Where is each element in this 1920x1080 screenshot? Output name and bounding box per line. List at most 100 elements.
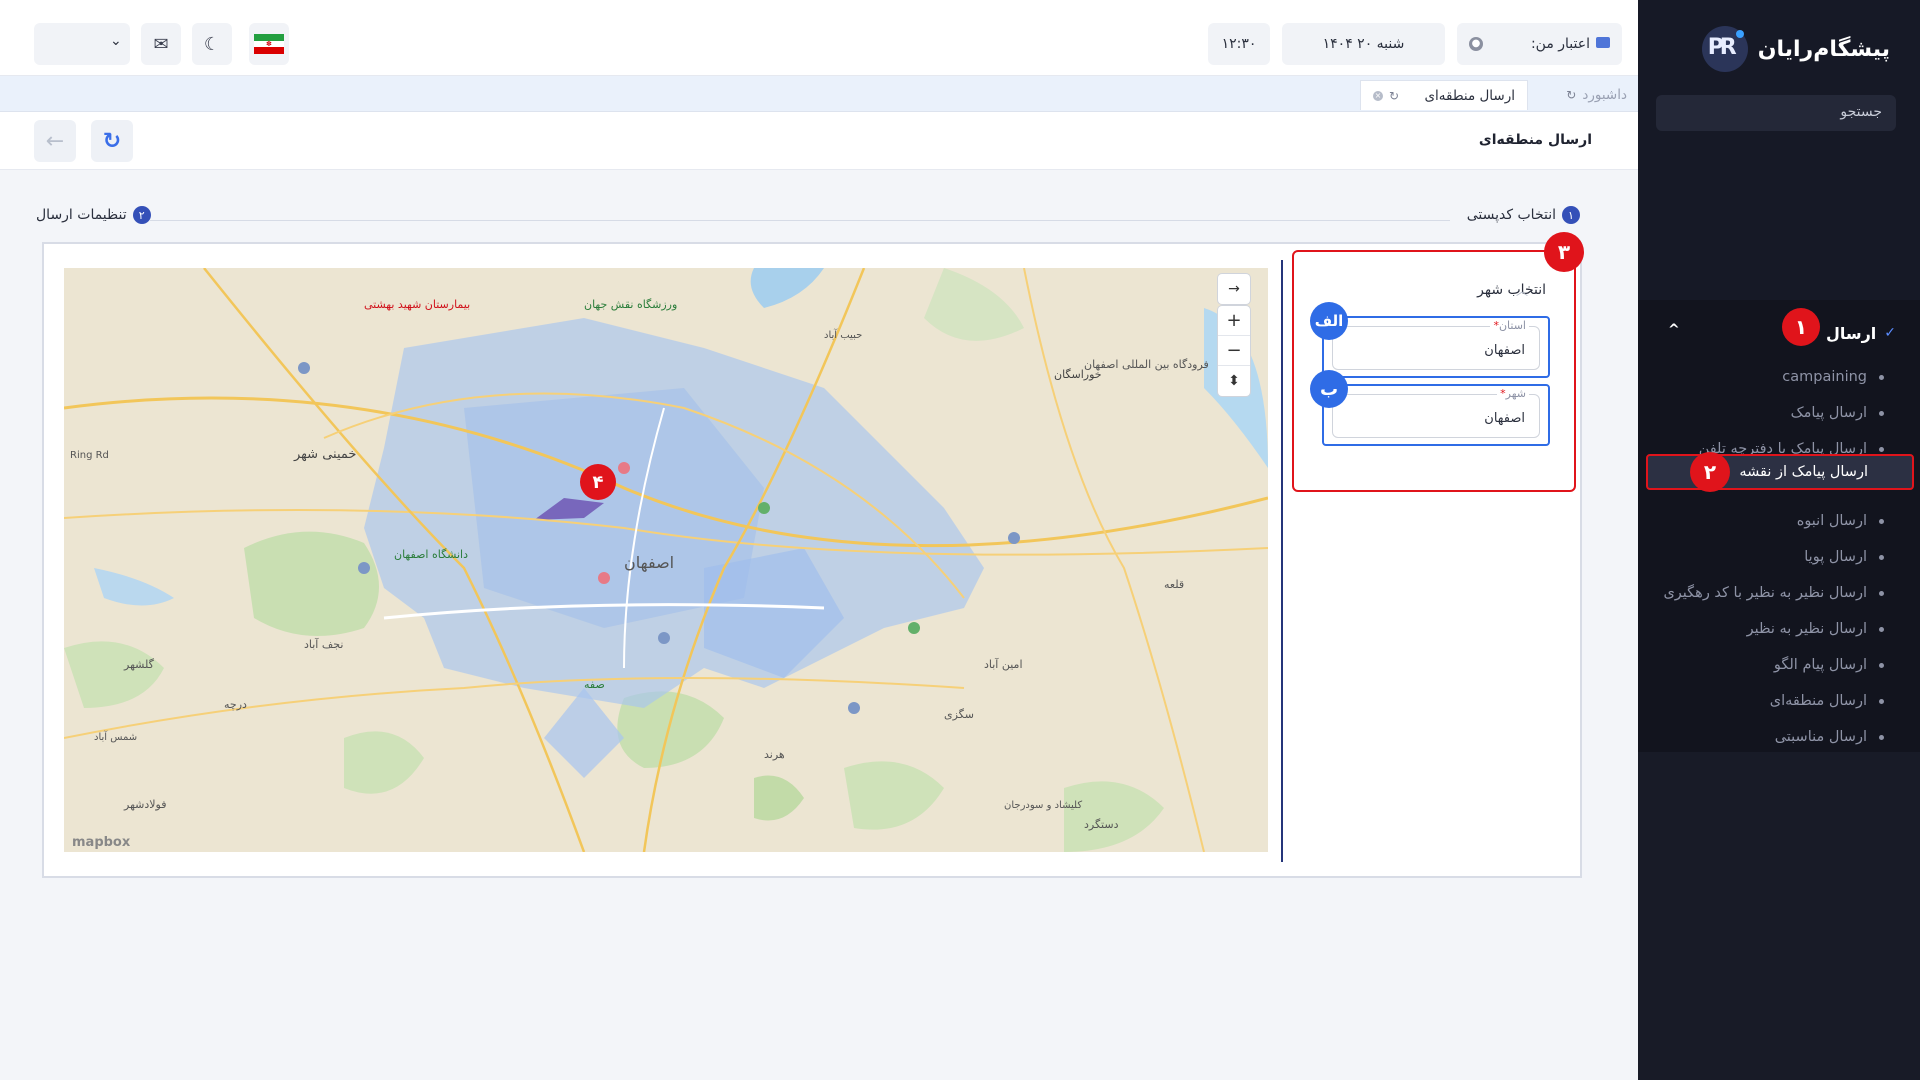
bullet-icon <box>1879 662 1884 668</box>
bullet-icon <box>1879 518 1884 524</box>
page-header: ارسال منطقه‌ای ↻ ← <box>0 112 1638 170</box>
bullet-icon <box>1879 554 1884 560</box>
time-display: ۱۲:۳۰ <box>1208 23 1270 65</box>
close-icon[interactable]: × <box>1373 90 1383 101</box>
sidebar-item-p2p[interactable]: ارسال نظیر به نظیر <box>1654 614 1884 644</box>
map-label-naqsh: ورزشگاه نقش جهان <box>584 298 677 311</box>
bullet-icon <box>1879 410 1884 416</box>
step-label: انتخاب کدپستی <box>1466 207 1556 223</box>
step-label: تنظیمات ارسال <box>36 207 127 223</box>
iran-flag-icon[interactable]: ✽ <box>249 23 289 65</box>
sidebar-item-label: ارسال پیامک <box>1790 405 1867 421</box>
back-button[interactable]: ← <box>34 120 76 162</box>
chevron-up-icon[interactable]: ︿ <box>1516 282 1528 299</box>
city-panel-title: انتخاب شهر <box>1477 282 1546 298</box>
map-canvas[interactable]: اصفهان خمینی شهر بیمارستان شهید بهشتی خو… <box>64 268 1268 852</box>
sidebar-item-label: campaining <box>1782 369 1867 385</box>
sidebar-search-input[interactable]: جستجو <box>1656 95 1896 131</box>
bullet-icon <box>1879 698 1884 704</box>
sidebar-top: پیشگام‌رایان PR جستجو <box>1638 0 1920 300</box>
refresh-button[interactable]: ↻ <box>91 120 133 162</box>
map-label-habibabad: حبیب آباد <box>824 328 862 341</box>
sidebar-item-campaining[interactable]: campaining <box>1654 362 1884 392</box>
arrow-left-icon: ← <box>45 128 65 154</box>
map-label-harand: هرند <box>764 748 785 761</box>
date-display: شنبه ۲۰ ۱۴۰۴ <box>1282 23 1445 65</box>
language-select[interactable]: ⌄ <box>34 23 130 65</box>
city-select[interactable]: شهر* اصفهان <box>1332 387 1540 438</box>
map-label-khomeini-shahr: خمینی شهر <box>293 447 356 462</box>
step-number: ۱ <box>1562 206 1580 224</box>
tab-label: داشبورد <box>1582 87 1627 103</box>
province-field-wrapper: استان* اصفهان <box>1322 316 1550 378</box>
brand-logo-text: PR <box>1707 35 1737 60</box>
province-select[interactable]: استان* اصفهان <box>1332 319 1540 370</box>
annotation-badge-3: ۳ <box>1544 232 1584 272</box>
check-icon: ✓ <box>1884 325 1896 341</box>
zoom-out-button[interactable]: − <box>1218 336 1250 366</box>
compass-button[interactable]: ⬍ <box>1218 366 1250 396</box>
sidebar-item-label: ارسال <box>1825 323 1877 343</box>
sidebar-item-label: ارسال پویا <box>1804 549 1867 565</box>
map-label-fooladshahr: فولادشهر <box>123 798 166 811</box>
refresh-icon[interactable]: ↻ <box>1566 88 1576 102</box>
panel-divider <box>1281 260 1283 862</box>
annotation-badge-be: ب <box>1310 370 1348 408</box>
moon-icon: ☾ <box>203 33 221 55</box>
map-fit-button[interactable]: → <box>1218 274 1250 304</box>
city-label: شهر* <box>1497 387 1529 400</box>
map-label-hospital: بیمارستان شهید بهشتی <box>364 298 470 311</box>
main-panel: اصفهان خمینی شهر بیمارستان شهید بهشتی خو… <box>42 232 1584 878</box>
annotation-badge-1: ۱ <box>1782 308 1820 346</box>
sidebar-item-send-from-map[interactable]: ارسال پیامک از نقشه <box>1646 454 1914 490</box>
sidebar-menu: ✓ ارسال ^ campaining ارسال پیامک ارسال پ… <box>1638 300 1920 752</box>
sidebar-item-label: ارسال پیامک از نقشه <box>1739 464 1868 480</box>
map-label-kelishad: کلیشاد و سودرجان <box>1004 800 1082 811</box>
tab-regional-send[interactable]: ارسال منطقه‌ای ↻ × <box>1360 80 1528 110</box>
bullet-icon <box>1879 734 1884 740</box>
sidebar-item-regional[interactable]: ارسال منطقه‌ای <box>1654 686 1884 716</box>
map-zoom-controls: + − ⬍ <box>1218 306 1250 396</box>
sidebar-item-dynamic-send[interactable]: ارسال پویا <box>1654 542 1884 572</box>
info-icon[interactable]: ● <box>1469 37 1483 51</box>
credit-box[interactable]: اعتبار من: ● <box>1457 23 1622 65</box>
step-select-postcode[interactable]: ۱ انتخاب کدپستی <box>1467 206 1580 224</box>
sidebar-item-label: ارسال نظیر به نظیر با کد رهگیری <box>1663 585 1867 601</box>
annotation-badge-2: ۲ <box>1690 452 1730 492</box>
stepper-line <box>150 220 1450 221</box>
sidebar-item-bulk-send[interactable]: ارسال انبوه <box>1654 506 1884 536</box>
sidebar-item-p2p-tracking[interactable]: ارسال نظیر به نظیر با کد رهگیری <box>1654 578 1884 608</box>
top-header: اعتبار من: ● شنبه ۲۰ ۱۴۰۴ ۱۲:۳۰ ✽ ☾ ✉ ⌄ <box>0 0 1638 76</box>
refresh-icon: ↻ <box>102 128 122 154</box>
map-label-sofe: صفه <box>584 678 605 691</box>
sidebar-item-send-sms[interactable]: ارسال پیامک <box>1654 398 1884 428</box>
sidebar-item-occasion[interactable]: ارسال مناسبتی <box>1654 722 1884 752</box>
refresh-icon[interactable]: ↻ <box>1389 89 1399 103</box>
tab-label: ارسال منطقه‌ای <box>1424 87 1515 104</box>
map-label-sagzi: سگزی <box>944 708 974 721</box>
zoom-in-button[interactable]: + <box>1218 306 1250 336</box>
map-label-airport: فرودگاه بین المللی اصفهان <box>1084 358 1209 371</box>
sidebar-item-pattern[interactable]: ارسال پیام الگو <box>1654 650 1884 680</box>
tab-dashboard[interactable]: داشبورد ↻ <box>1533 80 1633 110</box>
chevron-up-icon[interactable]: ^ <box>1668 322 1680 338</box>
tab-bar: داشبورد ↻ ارسال منطقه‌ای ↻ × <box>0 76 1638 112</box>
province-value: اصفهان <box>1484 343 1525 358</box>
map-attribution: mapbox <box>72 835 131 850</box>
dark-mode-toggle[interactable]: ☾ <box>192 23 232 65</box>
map-label-dorche: درچه <box>224 698 247 711</box>
envelope-icon: ✉ <box>153 33 169 55</box>
city-value: اصفهان <box>1484 411 1525 426</box>
map-label-golshahr: گلشهر <box>123 658 155 671</box>
step-send-settings[interactable]: ۲ تنظیمات ارسال <box>36 206 151 224</box>
wallet-icon <box>1596 37 1610 48</box>
map-label-najafabad: نجف آباد <box>304 637 343 651</box>
credit-label: اعتبار من: <box>1530 36 1590 52</box>
sidebar: پیشگام‌رایان PR جستجو ✓ ارسال ^ campaini… <box>1638 0 1920 1080</box>
city-field-wrapper: شهر* اصفهان <box>1322 384 1550 446</box>
map-graphic[interactable]: اصفهان خمینی شهر بیمارستان شهید بهشتی خو… <box>64 268 1268 852</box>
messages-button[interactable]: ✉ <box>141 23 181 65</box>
sidebar-item-send[interactable]: ✓ ارسال ^ <box>1656 318 1896 348</box>
brand[interactable]: پیشگام‌رایان PR <box>1701 26 1890 72</box>
brand-name: پیشگام‌رایان <box>1757 36 1890 62</box>
